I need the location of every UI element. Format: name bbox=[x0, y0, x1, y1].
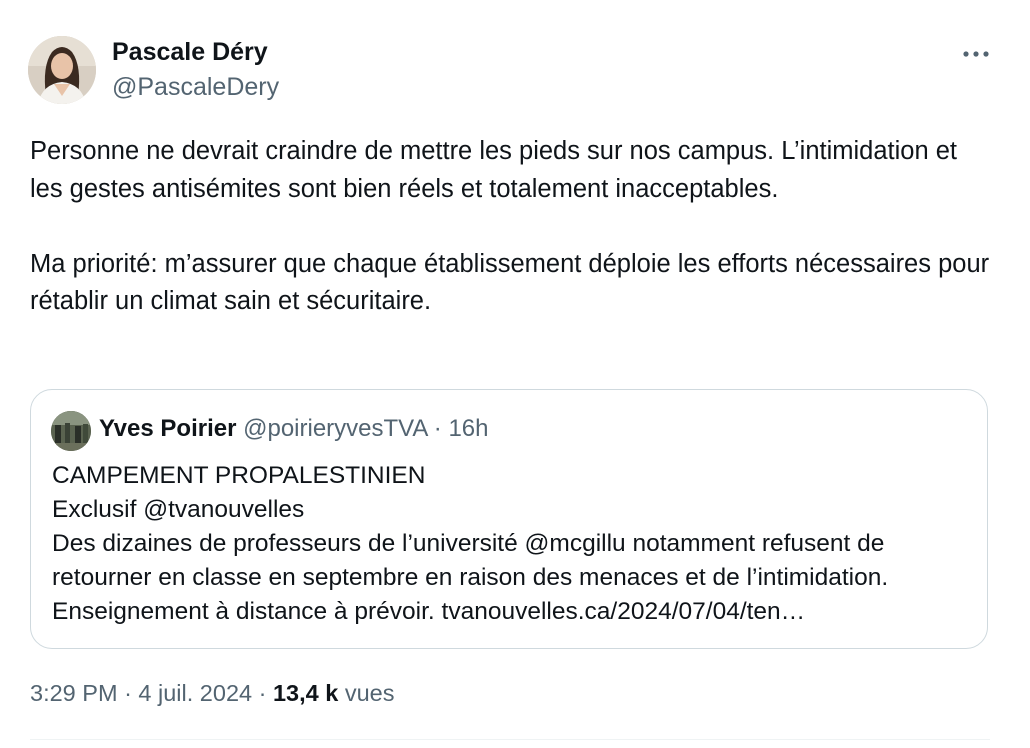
tweet-date[interactable]: 4 juil. 2024 bbox=[138, 680, 252, 706]
quoted-author-name: Yves Poirier bbox=[99, 415, 237, 442]
tweet-card: Pascale Déry @PascaleDery Personne ne de… bbox=[0, 0, 1030, 748]
quoted-line: Des dizaines de professeurs de l’univers… bbox=[52, 530, 885, 557]
author-name[interactable]: Pascale Déry bbox=[112, 38, 268, 67]
more-options-icon bbox=[963, 51, 989, 57]
quoted-author-handle: @poirieryvesTVA bbox=[243, 415, 428, 442]
quoted-time: 16h bbox=[448, 415, 489, 442]
quoted-line: CAMPEMENT PROPALESTINIEN bbox=[52, 462, 426, 489]
quoted-author-avatar bbox=[51, 411, 91, 451]
quoted-line: Exclusif @tvanouvelles bbox=[52, 496, 305, 523]
author-handle[interactable]: @PascaleDery bbox=[112, 73, 279, 102]
author-avatar[interactable] bbox=[28, 36, 96, 104]
quoted-tweet-header: Yves Poirier @poirieryvesTVA · 16h bbox=[99, 415, 488, 443]
tweet-time[interactable]: 3:29 PM bbox=[30, 680, 118, 706]
meta-separator: · bbox=[124, 680, 132, 706]
quoted-separator: · bbox=[433, 415, 442, 442]
quoted-tweet[interactable]: Yves Poirier @poirieryvesTVA · 16h CAMPE… bbox=[30, 389, 988, 649]
tweet-meta: 3:29 PM · 4 juil. 2024 · 13,4 k vues bbox=[30, 680, 395, 707]
quoted-tweet-body: CAMPEMENT PROPALESTINIEN Exclusif @tvano… bbox=[52, 459, 972, 629]
more-options-button[interactable] bbox=[956, 38, 996, 70]
tweet-paragraph: Ma priorité: m’assurer que chaque établi… bbox=[30, 249, 990, 316]
meta-separator: · bbox=[258, 680, 267, 706]
views-count: 13,4 k bbox=[272, 680, 339, 706]
divider bbox=[30, 739, 990, 740]
tweet-text: Personne ne devrait craindre de mettre l… bbox=[30, 133, 990, 321]
views-label: vues bbox=[344, 680, 395, 706]
tweet-paragraph: Personne ne devrait craindre de mettre l… bbox=[30, 137, 957, 203]
quoted-line: retourner en classe en septembre en rais… bbox=[52, 564, 889, 591]
quoted-line: Enseignement à distance à prévoir. tvano… bbox=[52, 598, 806, 625]
